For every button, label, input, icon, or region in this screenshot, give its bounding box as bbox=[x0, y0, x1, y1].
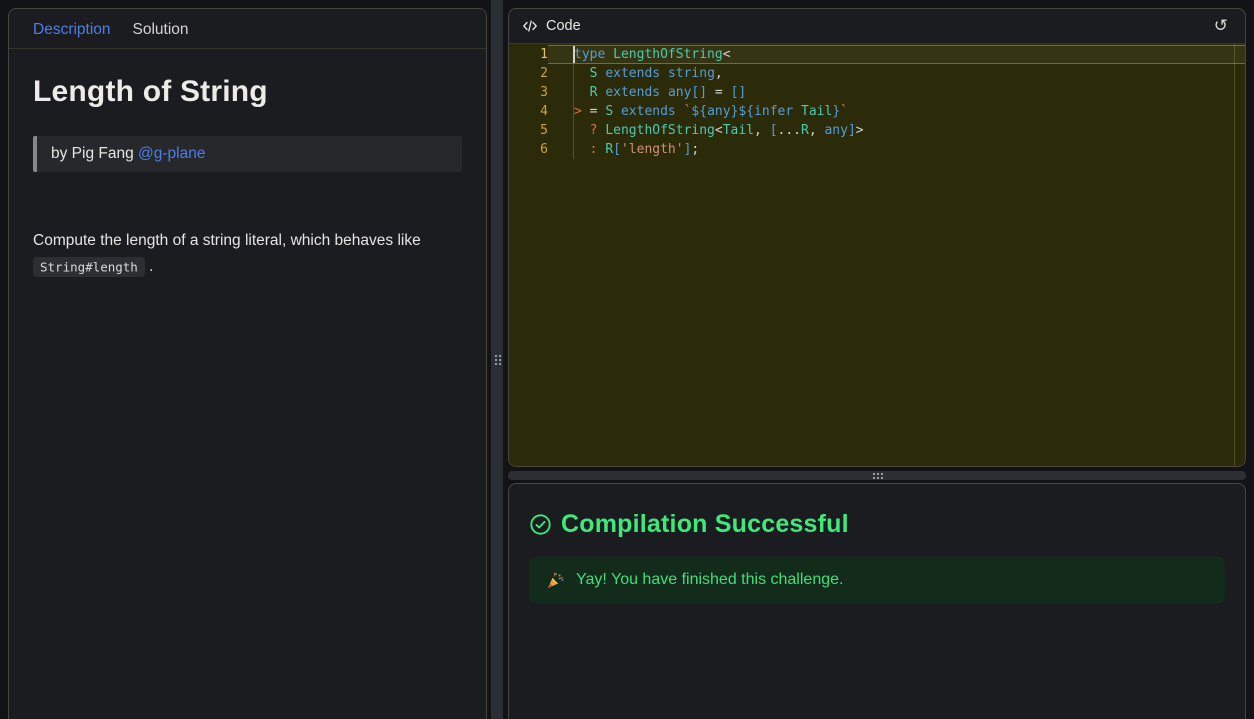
page-title: Length of String bbox=[33, 75, 268, 108]
success-message-box: Yay! You have finished this challenge. bbox=[529, 557, 1225, 603]
line-number: 6 bbox=[540, 142, 548, 157]
party-popper-icon bbox=[546, 571, 565, 590]
author-blockquote: by Pig Fang @g-plane bbox=[33, 136, 462, 172]
description-panel: Description Solution Length of String by… bbox=[8, 8, 487, 719]
line-number: 2 bbox=[540, 66, 548, 81]
code-line-content[interactable]: ? LengthOfString<Tail, [...R, any]> bbox=[548, 121, 1245, 140]
author-link[interactable]: @g-plane bbox=[138, 145, 205, 162]
code-line-content[interactable]: S extends string, bbox=[548, 64, 1245, 83]
code-line-content[interactable]: : R['length']; bbox=[548, 140, 1245, 159]
line-number: 3 bbox=[540, 85, 548, 100]
code-line[interactable]: 4 > = S extends `${any}${infer Tail}` bbox=[509, 102, 1245, 121]
inline-code: String#length bbox=[33, 256, 145, 277]
line-number: 4 bbox=[540, 104, 548, 119]
byline-text: by Pig Fang bbox=[51, 145, 139, 162]
text-cursor bbox=[573, 46, 575, 63]
code-line[interactable]: 2 S extends string, bbox=[509, 64, 1245, 83]
code-line[interactable]: 5 ? LengthOfString<Tail, [...R, any]> bbox=[509, 121, 1245, 140]
line-number: 5 bbox=[540, 123, 548, 138]
code-line-content[interactable]: > = S extends `${any}${infer Tail}` bbox=[548, 102, 1245, 121]
horizontal-resize-handle[interactable] bbox=[508, 471, 1246, 480]
left-tabbar: Description Solution bbox=[9, 9, 486, 49]
code-panel-header: Code ↺ bbox=[509, 9, 1245, 44]
compilation-status: Compilation Successful bbox=[529, 510, 1225, 539]
description-content: Length of String by Pig Fang @g-plane Co… bbox=[9, 75, 486, 280]
description-suffix: . bbox=[149, 258, 154, 275]
check-circle-icon bbox=[529, 513, 552, 536]
code-editor[interactable]: 1 type LengthOfString< 2 S extends string,… bbox=[509, 44, 1245, 466]
grip-dots-icon bbox=[871, 472, 883, 479]
description-text: Compute the length of a string literal, … bbox=[33, 232, 421, 249]
tab-solution[interactable]: Solution bbox=[133, 21, 189, 39]
code-line[interactable]: 3 R extends any[] = [] bbox=[509, 83, 1245, 102]
code-editor-lines: 1 type LengthOfString< 2 S extends string,… bbox=[509, 45, 1245, 159]
result-panel: Compilation Successful Yay! You have fin… bbox=[508, 483, 1246, 719]
challenge-description: Compute the length of a string literal, … bbox=[33, 228, 462, 280]
grip-dots-icon bbox=[493, 354, 501, 365]
line-number: 1 bbox=[540, 47, 548, 62]
tab-description[interactable]: Description bbox=[33, 21, 111, 39]
code-line-content[interactable]: type LengthOfString< bbox=[548, 45, 1245, 64]
status-heading: Compilation Successful bbox=[561, 510, 849, 538]
code-line-content[interactable]: R extends any[] = [] bbox=[548, 83, 1245, 102]
success-message: Yay! You have finished this challenge. bbox=[576, 571, 844, 588]
code-line[interactable]: 6 : R['length']; bbox=[509, 140, 1245, 159]
code-panel-title: Code bbox=[546, 18, 581, 34]
app-screen: Description Solution Length of String by… bbox=[0, 0, 1254, 719]
code-icon bbox=[522, 18, 538, 34]
vertical-resize-handle[interactable] bbox=[491, 0, 503, 719]
code-panel: Code ↺ 1 type LengthOfString< 2 S extends … bbox=[508, 8, 1246, 467]
code-line[interactable]: 1 type LengthOfString< bbox=[509, 45, 1245, 64]
reset-icon[interactable]: ↺ bbox=[1210, 16, 1232, 37]
